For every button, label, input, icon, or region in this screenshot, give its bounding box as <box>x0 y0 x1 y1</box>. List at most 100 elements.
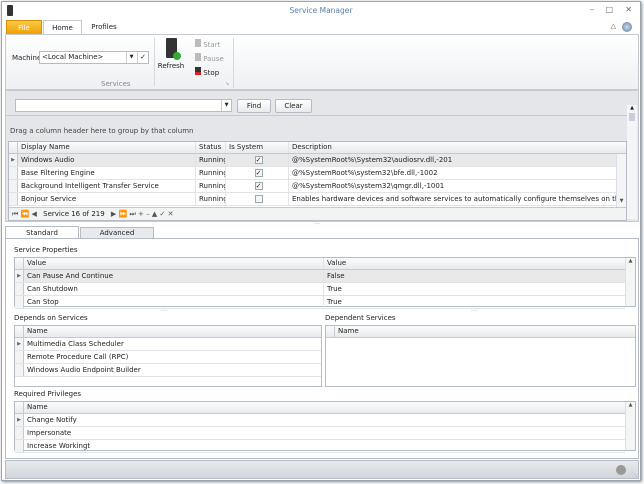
services-group-label: Services <box>101 80 131 88</box>
display-name-cell: Base Filtering Engine <box>18 167 196 179</box>
row-indicator <box>15 296 24 308</box>
service-properties-title: Service Properties <box>14 246 78 254</box>
splitter-handle[interactable]: .... <box>471 307 477 313</box>
search-input[interactable]: ▼ <box>15 99 232 112</box>
list-row[interactable]: Increase Workingt <box>15 440 625 453</box>
service-row[interactable]: ▶ Windows Audio Running ✓ @%SystemRoot%\… <box>9 154 618 167</box>
check-icon[interactable]: ✓ <box>137 52 148 63</box>
detail-panel: Service Properties Value Value ▶ Can Pau… <box>5 238 639 459</box>
scrollbar[interactable]: ▲ <box>627 105 637 219</box>
privileges-grid: Name ▶ Change Notify Impersonate Increas… <box>14 401 636 453</box>
add-record-button[interactable]: + <box>138 210 144 218</box>
delete-record-button[interactable]: – <box>146 210 150 218</box>
machine-label: Machine <box>12 54 42 62</box>
status-cell: Running <box>196 154 226 166</box>
dependent-services-title: Dependent Services <box>325 314 396 322</box>
property-row[interactable]: Can Shutdown True <box>15 283 625 296</box>
column-header-display-name[interactable]: Display Name <box>18 142 196 153</box>
is-system-cell <box>226 193 289 205</box>
description-cell: @%SystemRoot%\system32\qmgr.dll,-1001 <box>292 182 445 190</box>
collapse-ribbon-icon[interactable]: △ <box>611 22 616 30</box>
column-header-name[interactable]: Name <box>335 326 625 337</box>
name-cell: Windows Audio Endpoint Builder <box>27 366 141 374</box>
column-header-is-system[interactable]: Is System Service <box>226 142 289 153</box>
find-button[interactable]: Find <box>237 99 271 113</box>
last-record-button[interactable]: ⏭ <box>130 210 136 218</box>
privileges-scrollbar[interactable]: ▲ <box>625 402 635 450</box>
prev-record-button[interactable]: ◀ <box>32 210 37 218</box>
list-row[interactable]: Remote Procedure Call (RPC) <box>15 351 321 364</box>
clear-button[interactable]: Clear <box>275 99 312 113</box>
column-header-description[interactable]: Description <box>289 142 619 153</box>
service-row[interactable]: Background Intelligent Transfer Service … <box>9 180 618 193</box>
row-indicator <box>15 427 24 439</box>
column-header-status[interactable]: Status <box>196 142 226 153</box>
description-cell: Enables hardware devices and software se… <box>292 195 618 203</box>
chevron-down-icon[interactable]: ▼ <box>221 100 231 111</box>
tab-profiles[interactable]: Profiles <box>84 20 124 35</box>
service-row[interactable]: Base Filtering Engine Running ✓ @%System… <box>9 167 618 180</box>
is-system-cell: ✓ <box>226 154 289 166</box>
edit-record-button[interactable]: ▲ <box>152 210 157 218</box>
splitter-handle[interactable]: .... <box>314 220 320 226</box>
list-row[interactable]: ▶ Change Notify <box>15 414 625 427</box>
window-title: Service Manager <box>289 6 353 15</box>
tab-home[interactable]: Home <box>43 20 82 35</box>
prev-page-button[interactable]: ⏪ <box>21 210 30 218</box>
column-header-value[interactable]: Value <box>324 258 624 269</box>
group-hint: Drag a column header here to group by th… <box>10 127 194 135</box>
status-cell: Running <box>196 193 226 205</box>
cancel-record-button[interactable]: ✕ <box>168 210 174 218</box>
list-row[interactable]: Impersonate <box>15 427 625 440</box>
splitter-handle[interactable]: .... <box>161 307 167 313</box>
status-cell: Running <box>196 180 226 192</box>
is-system-checkbox[interactable]: ✓ <box>254 156 263 164</box>
tab-file[interactable]: File <box>6 20 42 35</box>
name-cell: Increase Workingt <box>27 442 91 450</box>
row-indicator <box>9 167 18 179</box>
property-row[interactable]: Can Stop True <box>15 296 625 309</box>
column-header-property[interactable]: Value <box>24 258 324 269</box>
row-indicator: ▶ <box>15 414 24 426</box>
column-header-name[interactable]: Name <box>24 402 614 413</box>
properties-scrollbar[interactable]: ▲ <box>625 258 635 306</box>
first-record-button[interactable]: ⏮ <box>12 210 18 218</box>
chevron-down-icon[interactable]: ▼ <box>126 52 136 63</box>
pause-button[interactable]: Pause <box>195 53 224 63</box>
refresh-button[interactable]: Refresh <box>157 38 185 76</box>
row-indicator: ▶ <box>15 270 24 282</box>
stop-button[interactable]: Stop <box>195 67 219 77</box>
stop-icon <box>195 67 201 75</box>
is-system-checkbox[interactable] <box>254 195 263 203</box>
column-header-name[interactable]: Name <box>24 326 314 337</box>
record-navigator: ⏮ ⏪ ◀ Service 16 of 219 ▶ ⏩ ⏭ + – ▲ ✓ ✕ <box>9 207 626 220</box>
dialog-launcher-icon[interactable]: ↘ <box>225 81 229 87</box>
property-row[interactable]: ▶ Can Pause And Continue False <box>15 270 625 283</box>
save-record-button[interactable]: ✓ <box>160 210 166 218</box>
service-row[interactable]: Bonjour Service Running Enables hardware… <box>9 193 618 206</box>
close-button[interactable]: ✕ <box>625 5 632 14</box>
is-system-cell: ✓ <box>226 167 289 179</box>
is-system-cell: ✓ <box>226 180 289 192</box>
next-page-button[interactable]: ⏩ <box>119 210 128 218</box>
property-value-cell: False <box>327 272 345 280</box>
style-icon[interactable] <box>622 22 632 32</box>
machine-combo[interactable]: <Local Machine> ▼ ✓ <box>39 51 149 64</box>
is-system-checkbox[interactable]: ✓ <box>254 182 263 190</box>
next-record-button[interactable]: ▶ <box>111 210 116 218</box>
start-button[interactable]: Start <box>195 39 220 49</box>
stop-label: Stop <box>203 69 220 77</box>
list-row[interactable]: ▶ Multimedia Class Scheduler <box>15 338 321 351</box>
grid-scrollbar[interactable]: ▼ <box>616 154 626 208</box>
is-system-checkbox[interactable]: ✓ <box>254 169 263 177</box>
property-name-cell: Can Stop <box>24 296 324 308</box>
maximize-button[interactable]: □ <box>605 5 613 14</box>
row-indicator <box>9 193 18 205</box>
list-row[interactable]: Windows Audio Endpoint Builder <box>15 364 321 377</box>
splitter-handle[interactable]: .... <box>319 383 325 389</box>
minimize-button[interactable]: – <box>590 5 594 14</box>
dependent-services-grid: Name <box>325 325 636 387</box>
refresh-label: Refresh <box>157 62 185 70</box>
pause-label: Pause <box>203 55 224 63</box>
resize-grip-icon[interactable]: ⋱ <box>631 471 637 478</box>
